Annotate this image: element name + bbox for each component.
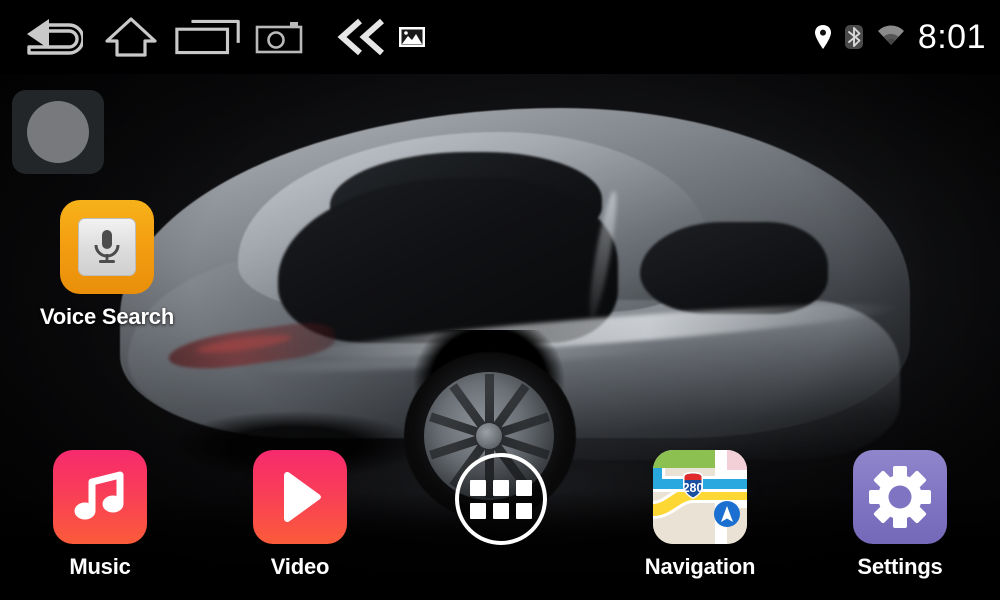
recent-apps-button[interactable] — [172, 8, 246, 66]
all-apps-button[interactable] — [455, 453, 547, 545]
app-icon-settings[interactable]: Settings — [825, 450, 975, 580]
home-icon — [105, 17, 157, 57]
status-indicators: 8:01 — [814, 18, 1000, 57]
home-screen: 8:01 Voice Search Music Video 280 Naviga… — [0, 0, 1000, 600]
microphone-icon — [94, 230, 120, 263]
recent-apps-icon — [175, 19, 240, 55]
screenshot-button[interactable] — [250, 8, 308, 66]
camera-icon — [255, 22, 303, 54]
navigation-arrow-badge — [714, 501, 740, 527]
play-triangle-icon — [284, 472, 321, 522]
shield-number: 280 — [683, 481, 704, 495]
app-icon-video[interactable]: Video — [225, 450, 375, 580]
gallery-button[interactable] — [392, 8, 432, 66]
grid-cell — [493, 479, 509, 496]
gear-icon — [869, 466, 931, 528]
widget-circle-icon — [27, 101, 89, 163]
bluetooth-icon — [844, 25, 863, 49]
music-label: Music — [69, 554, 131, 579]
navigation-label: Navigation — [644, 554, 756, 579]
rewind-button[interactable] — [326, 8, 400, 66]
voice-search-tile — [60, 200, 154, 294]
wifi-icon — [877, 25, 904, 45]
grid-cell — [470, 479, 486, 496]
grid-cell — [470, 502, 486, 519]
settings-label: Settings — [857, 554, 943, 579]
wheel-spoke — [484, 374, 494, 436]
back-arrow-icon — [27, 19, 83, 55]
status-bar: 8:01 — [0, 0, 1000, 74]
highway-shield-280: 280 — [683, 472, 704, 499]
back-button[interactable] — [16, 8, 90, 66]
wheel-spoke — [428, 431, 491, 460]
app-icon-voice-search[interactable]: Voice Search — [32, 200, 182, 330]
home-button[interactable] — [94, 8, 168, 66]
video-tile — [253, 450, 347, 544]
map-icon: 280 — [653, 450, 747, 544]
grid-cell — [516, 479, 532, 496]
music-note-icon — [74, 471, 124, 520]
microphone-plate — [78, 218, 136, 276]
settings-tile — [853, 450, 947, 544]
car-side-window — [640, 222, 828, 314]
double-chevron-left-icon — [337, 18, 384, 56]
voice-search-label: Voice Search — [39, 304, 175, 329]
navigation-tile: 280 — [653, 450, 747, 544]
video-label: Video — [270, 554, 330, 579]
location-pin-icon — [814, 25, 831, 49]
clock-widget-placeholder[interactable] — [12, 90, 104, 174]
music-tile — [53, 450, 147, 544]
grid-cell — [516, 502, 532, 519]
app-icon-music[interactable]: Music — [25, 450, 175, 580]
app-icon-navigation[interactable]: 280 Navigation — [625, 450, 775, 580]
grid-cell — [493, 502, 509, 519]
picture-icon — [399, 27, 425, 47]
status-clock: 8:01 — [917, 17, 986, 56]
system-navigation-bar — [0, 8, 432, 66]
